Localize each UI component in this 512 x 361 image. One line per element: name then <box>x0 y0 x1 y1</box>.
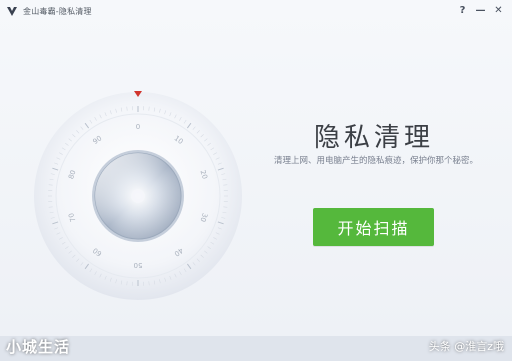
dial-tick-label: 50 <box>134 261 143 269</box>
title-bar: 金山毒霸-隐私清理 ? — ✕ <box>0 0 512 22</box>
window-title: 金山毒霸-隐私清理 <box>23 6 92 16</box>
watermark-left: 小城生活 <box>6 338 71 356</box>
start-scan-button[interactable]: 开始扫描 <box>313 208 434 246</box>
page-description: 清理上网、用电脑产生的隐私痕迹，保护你那个秘密。 <box>274 156 479 166</box>
page-title: 隐私清理 <box>314 123 435 153</box>
close-icon[interactable]: ✕ <box>491 3 506 18</box>
dial-tick-label: 0 <box>136 123 140 131</box>
minimize-icon[interactable]: — <box>473 3 488 18</box>
help-icon[interactable]: ? <box>455 3 470 18</box>
dial-knob-center <box>131 189 145 203</box>
app-window: 金山毒霸-隐私清理 ? — ✕ 0 10 20 30 40 50 60 70 8… <box>0 0 512 336</box>
watermark-right: 头条 @淮言z哦 <box>428 340 504 353</box>
privacy-dial: 0102030405060708090 <box>34 91 242 300</box>
kingsoft-logo-icon <box>7 7 17 16</box>
window-controls: ? — ✕ <box>455 3 506 18</box>
